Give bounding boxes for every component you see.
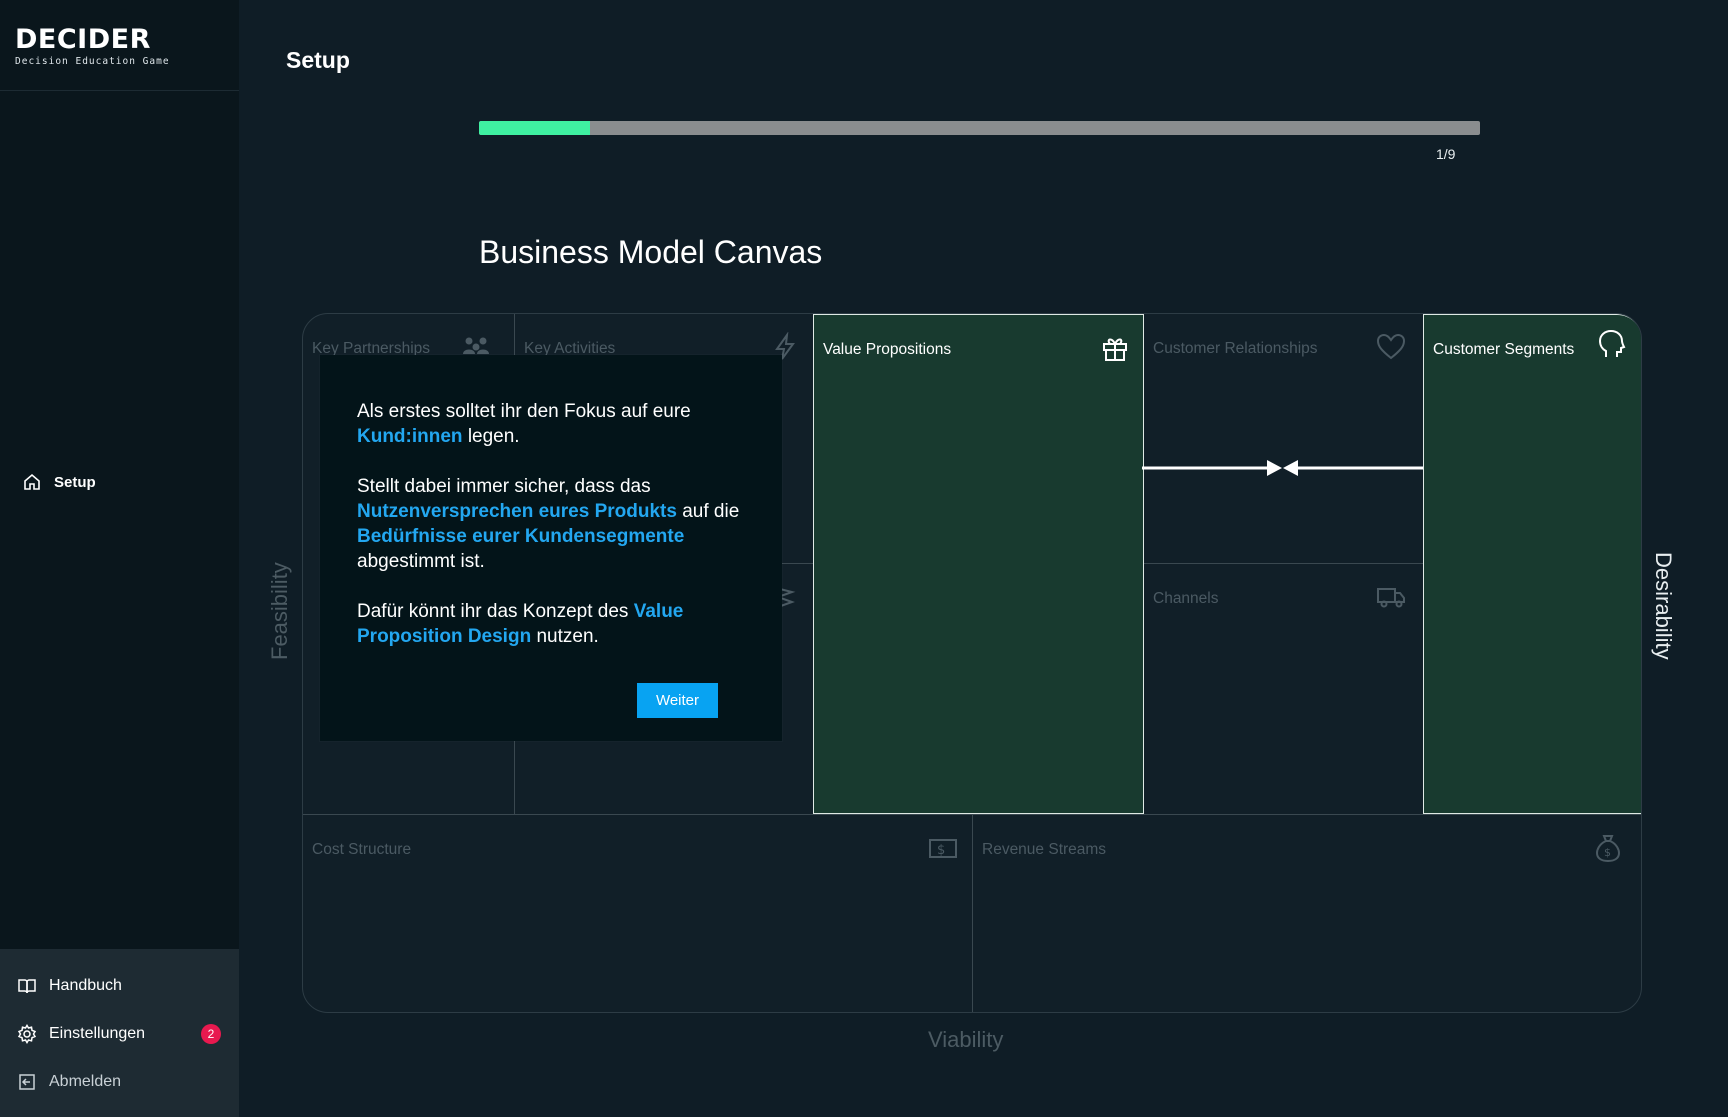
cell-customer-relationships[interactable]: Customer Relationships <box>1144 314 1425 564</box>
cell-label: Revenue Streams <box>982 841 1107 858</box>
brand-subtitle: Decision Education Game <box>15 56 170 67</box>
brand-name: DECIDER <box>15 24 151 55</box>
dialog-paragraph-1: Als erstes solltet ihr den Fokus auf eur… <box>357 399 757 449</box>
dialog-text: auf die <box>682 501 740 522</box>
sidebar-item-abmelden[interactable]: Abmelden <box>17 1072 121 1092</box>
page-title: Setup <box>286 47 350 73</box>
sidebar-divider <box>0 90 239 91</box>
book-icon <box>18 979 36 994</box>
sidebar-item-label: Einstellungen <box>49 1025 146 1042</box>
dialog-text: abgestimmt ist. <box>357 551 485 572</box>
axis-desirability: Desirability <box>1651 552 1676 660</box>
bill-icon: $ <box>929 839 957 858</box>
truck-icon <box>1377 588 1405 608</box>
svg-text:$: $ <box>937 843 945 858</box>
sidebar-item-setup[interactable]: Setup <box>22 472 96 492</box>
sidebar-item-label: Abmelden <box>49 1073 122 1090</box>
cell-label: Customer Relationships <box>1153 340 1318 357</box>
sidebar-item-einstellungen[interactable]: Einstellungen <box>17 1024 145 1044</box>
dialog-text: Dafür könnt ihr das Konzept des <box>357 601 629 622</box>
weiter-button[interactable]: Weiter <box>637 683 718 718</box>
sidebar-item-handbuch[interactable]: Handbuch <box>17 976 122 996</box>
sidebar-item-label: Setup <box>54 473 96 491</box>
cell-label: Channels <box>1153 590 1219 607</box>
cell-label: Cost Structure <box>312 841 412 858</box>
cell-label: Customer Segments <box>1433 341 1575 358</box>
tutorial-dialog: Als erstes solltet ihr den Fokus auf eur… <box>320 355 782 741</box>
gift-icon <box>1103 338 1127 361</box>
dialog-highlight: Kund:innen <box>357 426 463 447</box>
head-icon <box>1598 329 1626 357</box>
logout-icon <box>19 1074 35 1090</box>
cell-channels[interactable]: Channels <box>1144 564 1425 814</box>
dialog-text: Stellt dabei immer sicher, dass das <box>357 476 651 497</box>
axis-viability: Viability <box>928 1027 1004 1052</box>
notification-badge: 2 <box>201 1024 221 1044</box>
gear-icon <box>17 1024 37 1044</box>
cell-cost-structure[interactable]: Cost Structure $ <box>303 814 973 1012</box>
canvas-title: Business Model Canvas <box>479 234 823 270</box>
dialog-text: legen. <box>467 426 520 447</box>
money-bag-icon: $ <box>1595 835 1621 863</box>
cell-customer-segments[interactable]: Customer Segments <box>1423 314 1641 814</box>
svg-text:$: $ <box>1604 846 1611 859</box>
heart-icon <box>1376 333 1406 360</box>
axis-feasibility: Feasibility <box>267 562 292 660</box>
progress-fill <box>479 121 591 135</box>
sidebar: DECIDER Decision Education Game Setup Ha… <box>0 0 239 1117</box>
dialog-paragraph-3: Dafür könnt ihr das Konzept des Value Pr… <box>357 599 757 649</box>
brand-logo[interactable]: DECIDER Decision Education Game <box>15 24 170 68</box>
home-icon <box>24 473 40 490</box>
progress-bar <box>479 121 1480 135</box>
progress-label: 1/9 <box>1436 146 1456 162</box>
dialog-text: Als erstes solltet ihr den Fokus auf eur… <box>357 401 691 422</box>
dialog-text: nutzen. <box>536 626 599 647</box>
dialog-paragraph-2: Stellt dabei immer sicher, dass das Nutz… <box>357 474 757 574</box>
cell-label: Value Propositions <box>823 341 952 358</box>
dialog-highlight: Nutzenversprechen eures Produkts <box>357 501 677 522</box>
cell-revenue-streams[interactable]: Revenue Streams $ <box>973 814 1641 1012</box>
cell-value-propositions[interactable]: Value Propositions <box>813 314 1144 814</box>
fit-connector-arrows <box>1142 460 1423 476</box>
sidebar-item-label: Handbuch <box>49 977 122 994</box>
dialog-highlight: Bedürfnisse eurer Kundensegmente <box>357 526 685 547</box>
